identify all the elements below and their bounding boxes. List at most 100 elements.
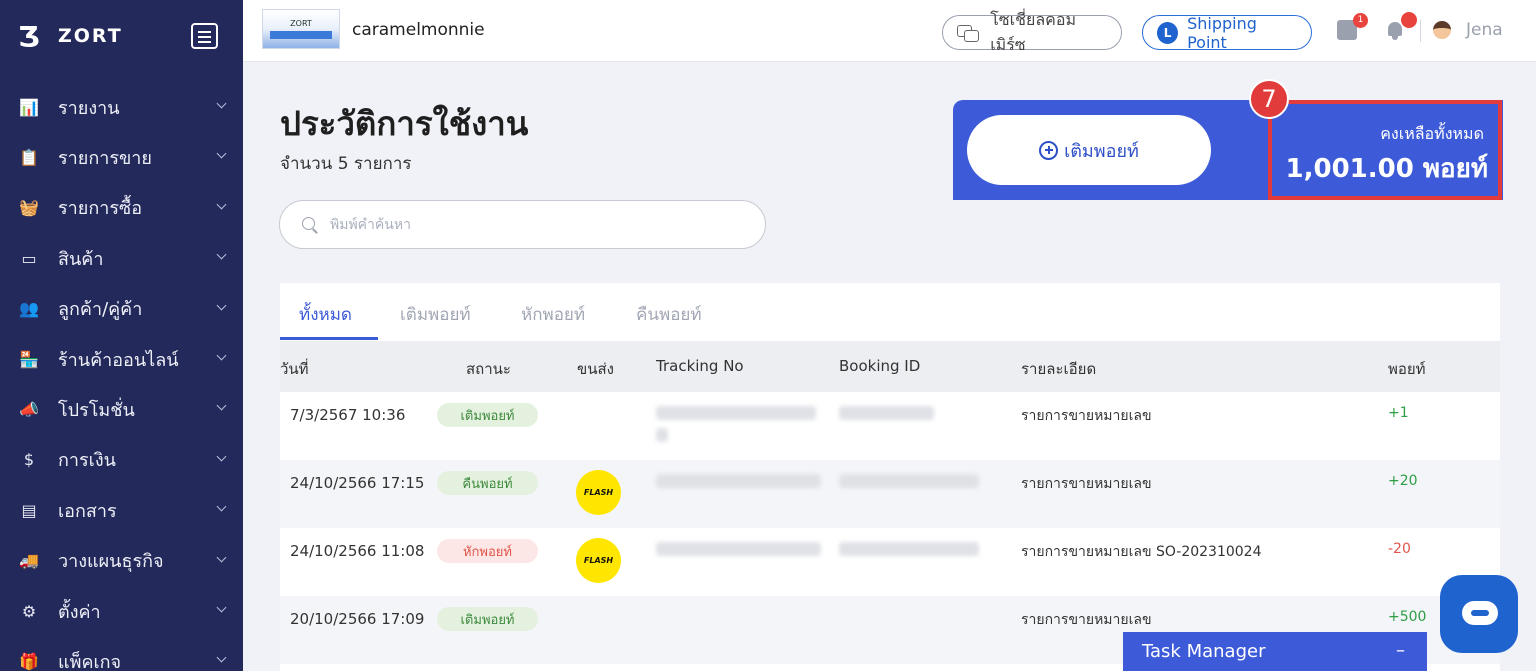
row-date: 20/10/2566 17:09 <box>290 610 425 628</box>
avatar[interactable] <box>1433 21 1451 39</box>
booking-redacted <box>839 474 979 488</box>
page-title: ประวัติการใช้งาน <box>280 104 529 143</box>
table-row[interactable]: 24/10/2566 11:08 หักพอยท์ FLASH รายการขา… <box>280 528 1500 596</box>
search-input[interactable] <box>330 216 750 233</box>
clipboard-icon: 📋 <box>19 148 39 168</box>
sidebar-item-online-store[interactable]: 🏪 ร้านค้าออนไลน์ <box>0 334 243 384</box>
record-count: จำนวน 5 รายการ <box>280 154 412 174</box>
store-icon: 🏪 <box>19 349 39 369</box>
topup-points-label: เติมพอยท์ <box>1064 140 1139 162</box>
users-icon: 👥 <box>19 299 39 319</box>
sidebar-item-label: ลูกค้า/คู่ค้า <box>58 299 143 321</box>
chevron-down-icon <box>216 602 227 613</box>
topbar-divider <box>1420 20 1421 42</box>
chevron-down-icon <box>216 451 227 462</box>
row-detail: รายการขายหมายเลข <box>1021 408 1152 424</box>
row-points: -20 <box>1388 541 1411 557</box>
shipping-point-icon: L <box>1157 21 1179 44</box>
sidebar-item-sales[interactable]: 📋 รายการขาย <box>0 132 243 182</box>
sidebar-nav: 📊 รายงาน 📋 รายการขาย 🧺 รายการซื้อ ▭ สินค… <box>0 82 243 671</box>
tracking-redacted <box>656 474 821 488</box>
tab-deduct[interactable]: หักพอยท์ <box>521 301 585 328</box>
sidebar-item-label: รายงาน <box>58 97 120 119</box>
sidebar-item-settings[interactable]: ⚙ ตั้งค่า <box>0 586 243 636</box>
row-detail: รายการขายหมายเลข <box>1021 612 1152 628</box>
bell-badge-dot <box>1401 12 1417 28</box>
tab-refund[interactable]: คืนพอยท์ <box>636 301 702 328</box>
menu-toggle-icon[interactable] <box>191 23 218 49</box>
task-manager-bar[interactable]: Task Manager – <box>1123 632 1427 671</box>
sidebar-item-label: วางแผนธุรกิจ <box>58 551 164 573</box>
sidebar-item-purchases[interactable]: 🧺 รายการซื้อ <box>0 183 243 233</box>
table-header: วันที่ สถานะ ขนส่ง Tracking No Booking I… <box>280 341 1500 392</box>
row-points: +500 <box>1388 609 1427 625</box>
search-box[interactable] <box>279 200 766 249</box>
sidebar-item-label: เอกสาร <box>58 500 117 522</box>
booking-redacted <box>839 406 934 420</box>
shipping-point-button[interactable]: L Shipping Point <box>1142 14 1312 52</box>
sidebar-item-label: สินค้า <box>58 248 104 270</box>
row-date: 7/3/2567 10:36 <box>290 406 406 424</box>
sidebar-item-label: รายการขาย <box>58 148 152 170</box>
sidebar: Ʒ ZORT 📊 รายงาน 📋 รายการขาย 🧺 รายการซื้อ… <box>0 0 243 671</box>
box-icon: ▭ <box>21 248 37 268</box>
flash-express-logo: FLASH <box>576 470 621 515</box>
tracking-redacted <box>656 542 821 556</box>
status-badge: หักพอยท์ <box>437 539 538 563</box>
active-tab-indicator <box>280 337 378 340</box>
chat-bubble-icon <box>1462 601 1498 625</box>
row-date: 24/10/2566 11:08 <box>290 542 425 560</box>
sidebar-item-label: รายการซื้อ <box>58 198 143 220</box>
table-row[interactable]: 24/10/2566 17:15 คืนพอยท์ FLASH รายการขา… <box>280 460 1500 528</box>
header-points: พอยท์ <box>1388 360 1426 378</box>
step-number-badge: 7 <box>1249 79 1289 119</box>
row-date: 24/10/2566 17:15 <box>290 474 425 492</box>
tab-bar: ทั้งหมด เติมพอยท์ หักพอยท์ คืนพอยท์ <box>280 283 1500 341</box>
chat-support-button[interactable] <box>1440 575 1518 653</box>
task-manager-label: Task Manager <box>1142 641 1266 662</box>
row-detail: รายการขายหมายเลข <box>1021 476 1152 492</box>
tracking-redacted <box>656 406 816 420</box>
chevron-down-icon <box>216 501 227 512</box>
chevron-down-icon <box>216 300 227 311</box>
sidebar-item-business-planning[interactable]: 🚚 วางแผนธุรกิจ <box>0 536 243 586</box>
table-row[interactable]: 7/3/2567 10:36 เติมพอยท์ รายการขายหมายเล… <box>280 392 1500 460</box>
shop-logo[interactable]: ZORT <box>262 9 340 49</box>
topbar: ZORT caramelmonnie โซเชี่ยลคอมเมิร์ซ L S… <box>243 0 1536 62</box>
brand-name: ZORT <box>58 25 123 47</box>
sidebar-item-label: แพ็คเกจ <box>58 651 122 671</box>
social-commerce-button[interactable]: โซเชี่ยลคอมเมิร์ซ <box>942 10 1122 54</box>
balance-value: 1,001.00 พอยท์ <box>1285 154 1488 184</box>
shop-name[interactable]: caramelmonnie <box>352 20 485 40</box>
user-name[interactable]: Jena <box>1466 20 1503 40</box>
status-badge: คืนพอยท์ <box>437 471 538 495</box>
sidebar-item-package[interactable]: 🎁 แพ็คเกจ <box>0 636 243 671</box>
sidebar-item-products[interactable]: ▭ สินค้า <box>0 233 243 283</box>
balance-label: คงเหลือทั้งหมด <box>1380 124 1484 143</box>
status-badge: เติมพอยท์ <box>437 607 538 631</box>
basket-icon: 🧺 <box>19 198 39 218</box>
minimize-icon[interactable]: – <box>1396 640 1405 661</box>
chevron-down-icon <box>216 98 227 109</box>
chevron-down-icon <box>216 199 227 210</box>
tab-topup[interactable]: เติมพอยท์ <box>400 301 471 328</box>
row-detail: รายการขายหมายเลข SO-202310024 <box>1021 544 1262 560</box>
sidebar-item-label: ตั้งค่า <box>58 601 101 623</box>
sidebar-item-label: ร้านค้าออนไลน์ <box>58 349 179 371</box>
chevron-down-icon <box>216 552 227 562</box>
social-commerce-label: โซเชี่ยลคอมเมิร์ซ <box>990 9 1077 54</box>
chevron-down-icon <box>216 350 227 361</box>
header-carrier: ขนส่ง <box>577 360 614 378</box>
chart-icon: 📊 <box>19 97 39 117</box>
search-icon <box>302 216 318 233</box>
sidebar-item-documents[interactable]: ▤ เอกสาร <box>0 485 243 535</box>
header-status: สถานะ <box>466 360 511 378</box>
tab-all[interactable]: ทั้งหมด <box>299 301 352 328</box>
sidebar-item-contacts[interactable]: 👥 ลูกค้า/คู่ค้า <box>0 284 243 334</box>
sidebar-item-finance[interactable]: $ การเงิน <box>0 435 243 485</box>
sidebar-item-reports[interactable]: 📊 รายงาน <box>0 82 243 132</box>
topup-points-button[interactable]: เติมพอยท์ <box>967 115 1211 185</box>
document-icon: ▤ <box>21 500 37 520</box>
sidebar-item-promotions[interactable]: 📣 โปรโมชั่น <box>0 384 243 434</box>
notification-badge: 1 <box>1353 13 1368 28</box>
